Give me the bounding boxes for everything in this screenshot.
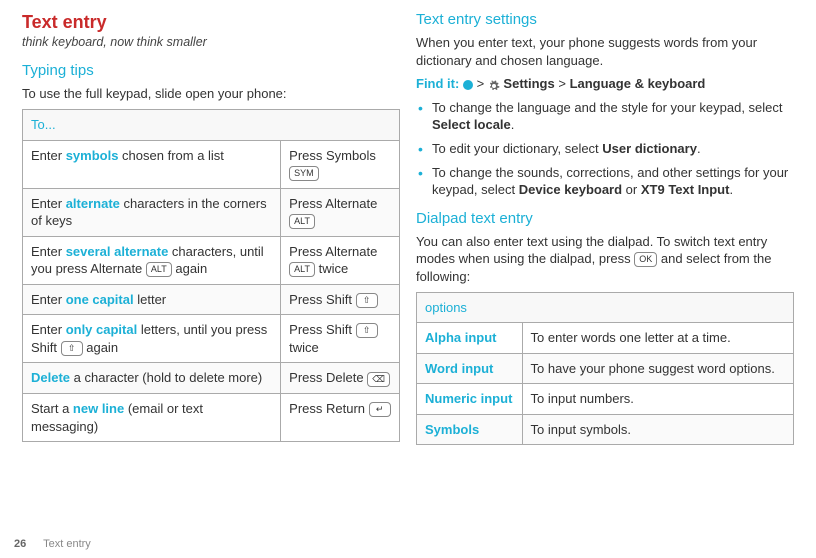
bullet-text: or — [622, 182, 641, 197]
page-number: 26 — [14, 538, 26, 550]
left-column: Text entry think keyboard, now think sma… — [14, 10, 408, 558]
row-keyword: several alternate — [66, 244, 169, 259]
row-text: Start a — [31, 401, 73, 416]
row-action: Press Delete — [289, 370, 367, 385]
table-row: Enter several alternate characters, unti… — [23, 236, 400, 284]
alt-key-icon: ALT — [289, 214, 315, 229]
bullet-bold: Select locale — [432, 117, 511, 132]
row-text: Enter — [31, 148, 66, 163]
home-icon — [463, 80, 473, 90]
table-row: Start a new line (email or text messagin… — [23, 393, 400, 441]
footer-section: Text entry — [43, 538, 91, 550]
option-desc: To input numbers. — [522, 384, 793, 415]
row-action: Press Shift — [289, 322, 355, 337]
gt: > — [477, 76, 485, 91]
row-action: twice — [289, 340, 319, 355]
delete-key-icon: ⌫ — [367, 372, 390, 387]
option-desc: To have your phone suggest word options. — [522, 353, 793, 384]
table-row: Word input To have your phone suggest wo… — [417, 353, 794, 384]
row-text: chosen from a list — [118, 148, 224, 163]
row-action: Press Symbols — [289, 148, 376, 163]
find-it-path: Find it: > Settings > Language & keyboar… — [416, 75, 794, 93]
typing-table-header: To... — [23, 109, 400, 140]
table-row: Enter alternate characters in the corner… — [23, 188, 400, 236]
option-name: Symbols — [417, 414, 523, 445]
right-column: Text entry settings When you enter text,… — [408, 10, 802, 558]
settings-bullets: To change the language and the style for… — [416, 99, 794, 199]
table-row: Enter only capital letters, until you pr… — [23, 315, 400, 363]
row-text: Enter — [31, 292, 66, 307]
row-text: Enter — [31, 196, 66, 211]
bullet-text: To edit your dictionary, select — [432, 141, 602, 156]
option-name: Numeric input — [417, 384, 523, 415]
row-action: twice — [315, 261, 348, 276]
row-action: Press Shift — [289, 292, 355, 307]
list-item: To change the language and the style for… — [416, 99, 794, 134]
sym-key-icon: SYM — [289, 166, 319, 181]
section-text-entry-settings: Text entry settings — [416, 10, 794, 30]
options-table: options Alpha input To enter words one l… — [416, 292, 794, 446]
table-row: Enter one capital letter Press Shift ⇧ — [23, 284, 400, 315]
page-title: Text entry — [22, 10, 400, 34]
bullet-bold: User dictionary — [602, 141, 697, 156]
table-row: Delete a character (hold to delete more)… — [23, 363, 400, 394]
row-keyword: only capital — [66, 322, 138, 337]
row-text: Enter — [31, 244, 66, 259]
settings-label: Settings — [503, 76, 554, 91]
option-desc: To input symbols. — [522, 414, 793, 445]
option-name: Word input — [417, 353, 523, 384]
option-name: Alpha input — [417, 323, 523, 354]
row-action: Press Alternate — [289, 244, 377, 259]
row-keyword: one capital — [66, 292, 134, 307]
bullet-bold: XT9 Text Input — [641, 182, 730, 197]
row-keyword: Delete — [31, 370, 70, 385]
bullet-bold: Device keyboard — [519, 182, 622, 197]
page-subtitle: think keyboard, now think smaller — [22, 34, 400, 51]
gt: > — [558, 76, 566, 91]
row-text: letter — [134, 292, 167, 307]
row-text: again — [83, 340, 118, 355]
row-keyword: new line — [73, 401, 124, 416]
language-keyboard-label: Language & keyboard — [570, 76, 706, 91]
section-dialpad: Dialpad text entry — [416, 209, 794, 229]
alt-key-icon: ALT — [289, 262, 315, 277]
gear-icon — [488, 79, 500, 91]
table-row: Enter symbols chosen from a list Press S… — [23, 140, 400, 188]
alt-key-icon: ALT — [146, 262, 172, 277]
row-action: Press Alternate — [289, 196, 377, 211]
table-row: Symbols To input symbols. — [417, 414, 794, 445]
table-row: Alpha input To enter words one letter at… — [417, 323, 794, 354]
page-footer: 26 Text entry — [14, 537, 91, 552]
row-text: Enter — [31, 322, 66, 337]
dialpad-intro: You can also enter text using the dialpa… — [416, 233, 794, 286]
bullet-text: To change the language and the style for… — [432, 100, 783, 115]
row-keyword: symbols — [66, 148, 119, 163]
option-desc: To enter words one letter at a time. — [522, 323, 793, 354]
return-key-icon: ↵ — [369, 402, 391, 417]
row-action: Press Return — [289, 401, 368, 416]
row-text: a character (hold to delete more) — [70, 370, 262, 385]
shift-key-icon: ⇧ — [356, 323, 378, 338]
typing-intro: To use the full keypad, slide open your … — [22, 85, 400, 103]
shift-key-icon: ⇧ — [61, 341, 83, 356]
find-it-label: Find it: — [416, 76, 459, 91]
table-row: Numeric input To input numbers. — [417, 384, 794, 415]
ok-key-icon: OK — [634, 252, 657, 267]
list-item: To edit your dictionary, select User dic… — [416, 140, 794, 158]
list-item: To change the sounds, corrections, and o… — [416, 164, 794, 199]
settings-intro: When you enter text, your phone suggests… — [416, 34, 794, 69]
shift-key-icon: ⇧ — [356, 293, 378, 308]
typing-table: To... Enter symbols chosen from a list P… — [22, 109, 400, 442]
row-keyword: alternate — [66, 196, 120, 211]
row-text: again — [172, 261, 207, 276]
options-header: options — [417, 292, 794, 323]
section-typing-tips: Typing tips — [22, 61, 400, 81]
